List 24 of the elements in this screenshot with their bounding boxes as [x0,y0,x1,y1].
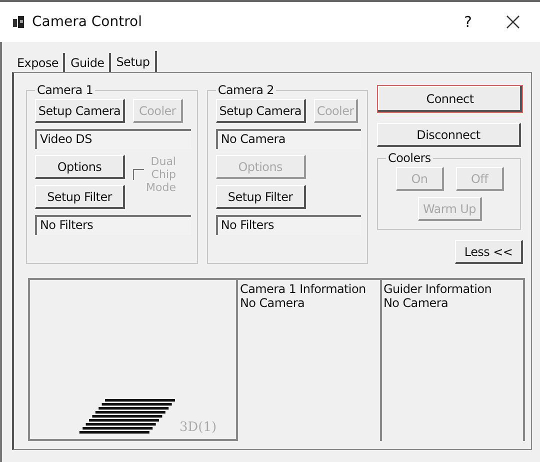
close-icon[interactable] [506,15,520,29]
setup-camera-button[interactable]: Setup Camera [35,99,125,123]
info-title: Camera 1 Information [240,282,367,296]
window-title: Camera Control [32,14,143,30]
setup-camera-button[interactable]: Setup Camera [216,99,306,123]
info-value: No Camera [240,296,306,310]
setup-filter-button[interactable]: Setup Filter [216,185,306,209]
device-field: Video DS [35,129,191,149]
setup-filter-button[interactable]: Setup Filter [35,185,125,209]
options-button[interactable]: Options [35,155,125,179]
preview-label: 3D(1) [179,420,217,435]
group-title: Camera 1 [36,83,94,97]
less-button[interactable]: Less << [455,240,523,264]
filter-field: No Filters [35,215,191,235]
app-icon [12,15,26,29]
group-title: Camera 2 [216,83,276,97]
info-value: No Camera [384,296,450,310]
device-field: No Camera [216,129,361,149]
connect-button[interactable]: Connect [377,85,523,113]
group-title: Coolers [387,151,432,165]
disconnect-button[interactable]: Disconnect [377,123,521,147]
info-title: Guider Information [384,282,493,296]
help-button[interactable]: ? [448,13,488,31]
filter-field: No Filters [216,215,361,235]
